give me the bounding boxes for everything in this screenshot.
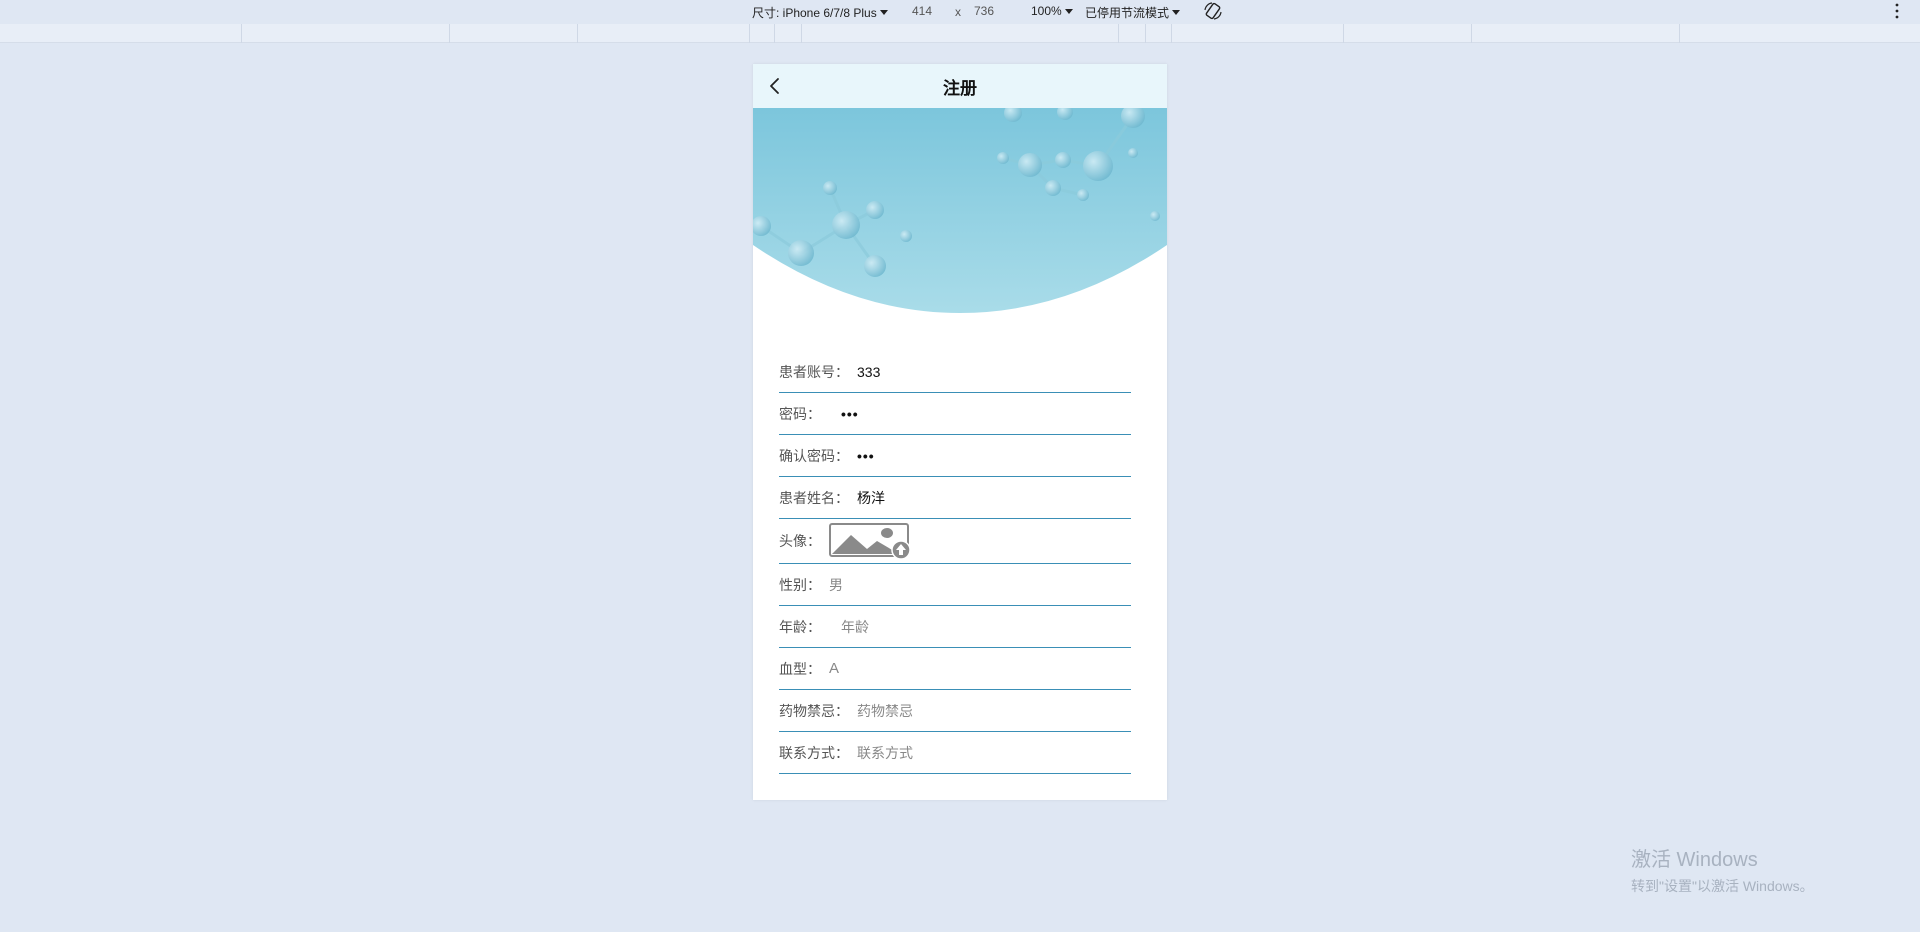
nav-bar: 注册 [753,64,1167,108]
chevron-down-icon [879,10,888,15]
allergy-field[interactable]: 药物禁忌： 药物禁忌 [779,690,1131,732]
windows-activation-watermark: 激活 Windows 转到"设置"以激活 Windows。 [1631,843,1814,896]
ruler-tick [1679,24,1680,43]
account-label: 患者账号： [779,363,849,380]
watermark-title: 激活 Windows [1631,849,1758,871]
age-label: 年龄： [779,618,821,635]
more-options-icon[interactable] [1894,2,1900,20]
name-label: 患者姓名： [779,489,849,506]
age-field[interactable]: 年龄： 年龄 [779,606,1131,648]
rotate-icon[interactable] [1203,1,1223,21]
avatar-field: 头像： [779,519,1131,564]
times-sign: x [955,5,961,19]
page-title: 注册 [943,78,977,98]
contact-input[interactable]: 联系方式 [857,743,913,763]
ruler-tick [577,24,578,43]
watermark-subtitle: 转到"设置"以激活 Windows。 [1631,878,1814,894]
height-input[interactable]: 736 [974,4,994,18]
register-form: 患者账号： 333 密码： ••• 确认密码： ••• 患者姓名： 杨洋 头像： [779,351,1131,774]
contact-label: 联系方式： [779,744,849,761]
devtools-toolbar: 尺寸: iPhone 6/7/8 Plus 414 x 736 100% 已停用… [0,0,1920,24]
throttle-select[interactable]: 已停用节流模式 [1085,4,1181,21]
ruler-tick [1118,24,1119,43]
confirm-password-label: 确认密码： [779,447,849,464]
ruler-tick [1471,24,1472,43]
ruler-tick [449,24,450,43]
back-arrow-icon[interactable] [765,76,785,96]
ruler-tick [241,24,242,43]
ruler-tick [749,24,750,43]
account-field[interactable]: 患者账号： 333 [779,351,1131,393]
gender-label: 性别： [779,576,821,593]
gender-field[interactable]: 性别： 男 [779,564,1131,606]
chevron-down-icon [1172,10,1181,15]
ruler-tick [1145,24,1146,43]
width-input[interactable]: 414 [912,4,932,18]
zoom-select[interactable]: 100% [1031,4,1073,18]
blood-type-field[interactable]: 血型： A [779,648,1131,690]
confirm-password-field[interactable]: 确认密码： ••• [779,435,1131,477]
molecule-banner-image [753,108,1167,313]
ruler-tick [1171,24,1172,43]
confirm-password-input[interactable]: ••• [857,448,875,464]
password-input[interactable]: ••• [841,406,859,422]
chevron-down-icon [1064,8,1073,14]
ruler-tick [1343,24,1344,43]
blood-type-select[interactable]: A [829,660,839,677]
gender-select[interactable]: 男 [829,575,843,595]
media-query-ruler [0,24,1920,43]
blood-type-label: 血型： [779,660,821,677]
device-select[interactable]: 尺寸: iPhone 6/7/8 Plus [752,4,888,21]
zoom-label: 100% [1031,4,1062,18]
throttle-label: 已停用节流模式 [1085,6,1170,20]
avatar-label: 头像： [779,533,821,549]
allergy-label: 药物禁忌： [779,702,849,719]
ruler-tick [801,24,802,43]
phone-viewport: 注册 患者账号： 333 密码： ••• 确认密码： ••• 患者姓名： 杨洋 … [753,64,1167,800]
image-upload-icon[interactable] [829,523,915,559]
device-label: 尺寸: iPhone 6/7/8 Plus [752,6,877,20]
account-input[interactable]: 333 [857,364,880,380]
age-input[interactable]: 年龄 [841,617,869,637]
password-label: 密码： [779,405,821,422]
name-input[interactable]: 杨洋 [857,488,885,508]
contact-field[interactable]: 联系方式： 联系方式 [779,732,1131,774]
ruler-tick [774,24,775,43]
allergy-input[interactable]: 药物禁忌 [857,701,913,721]
name-field[interactable]: 患者姓名： 杨洋 [779,477,1131,519]
password-field[interactable]: 密码： ••• [779,393,1131,435]
